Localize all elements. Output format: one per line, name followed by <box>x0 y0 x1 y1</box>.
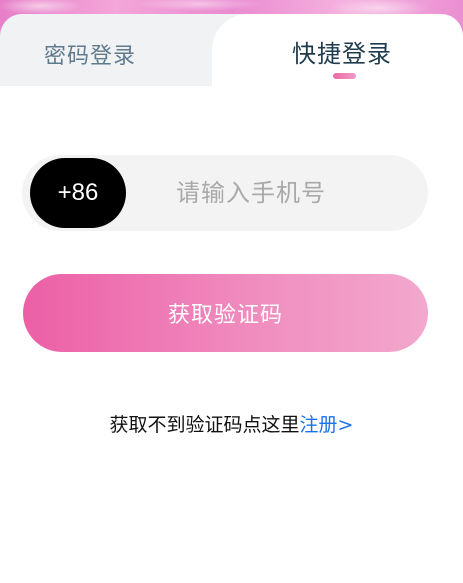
help-prompt-text: 获取不到验证码点这里 <box>109 414 300 436</box>
get-verification-code-button[interactable]: 获取验证码 <box>23 274 428 352</box>
login-screen: 密码登录 快捷登录 +86 获取验证码 获取不到验证码点这里注册> <box>0 0 463 583</box>
phone-number-input[interactable] <box>176 170 406 216</box>
tab-quick-login[interactable]: 快捷登录 <box>292 34 392 69</box>
tab-password-login[interactable]: 密码登录 <box>44 38 136 70</box>
register-link[interactable]: 注册> <box>300 414 354 436</box>
help-line: 获取不到验证码点这里注册> <box>0 410 463 437</box>
country-code-selector[interactable]: +86 <box>30 158 126 228</box>
active-tab-indicator <box>333 73 356 79</box>
